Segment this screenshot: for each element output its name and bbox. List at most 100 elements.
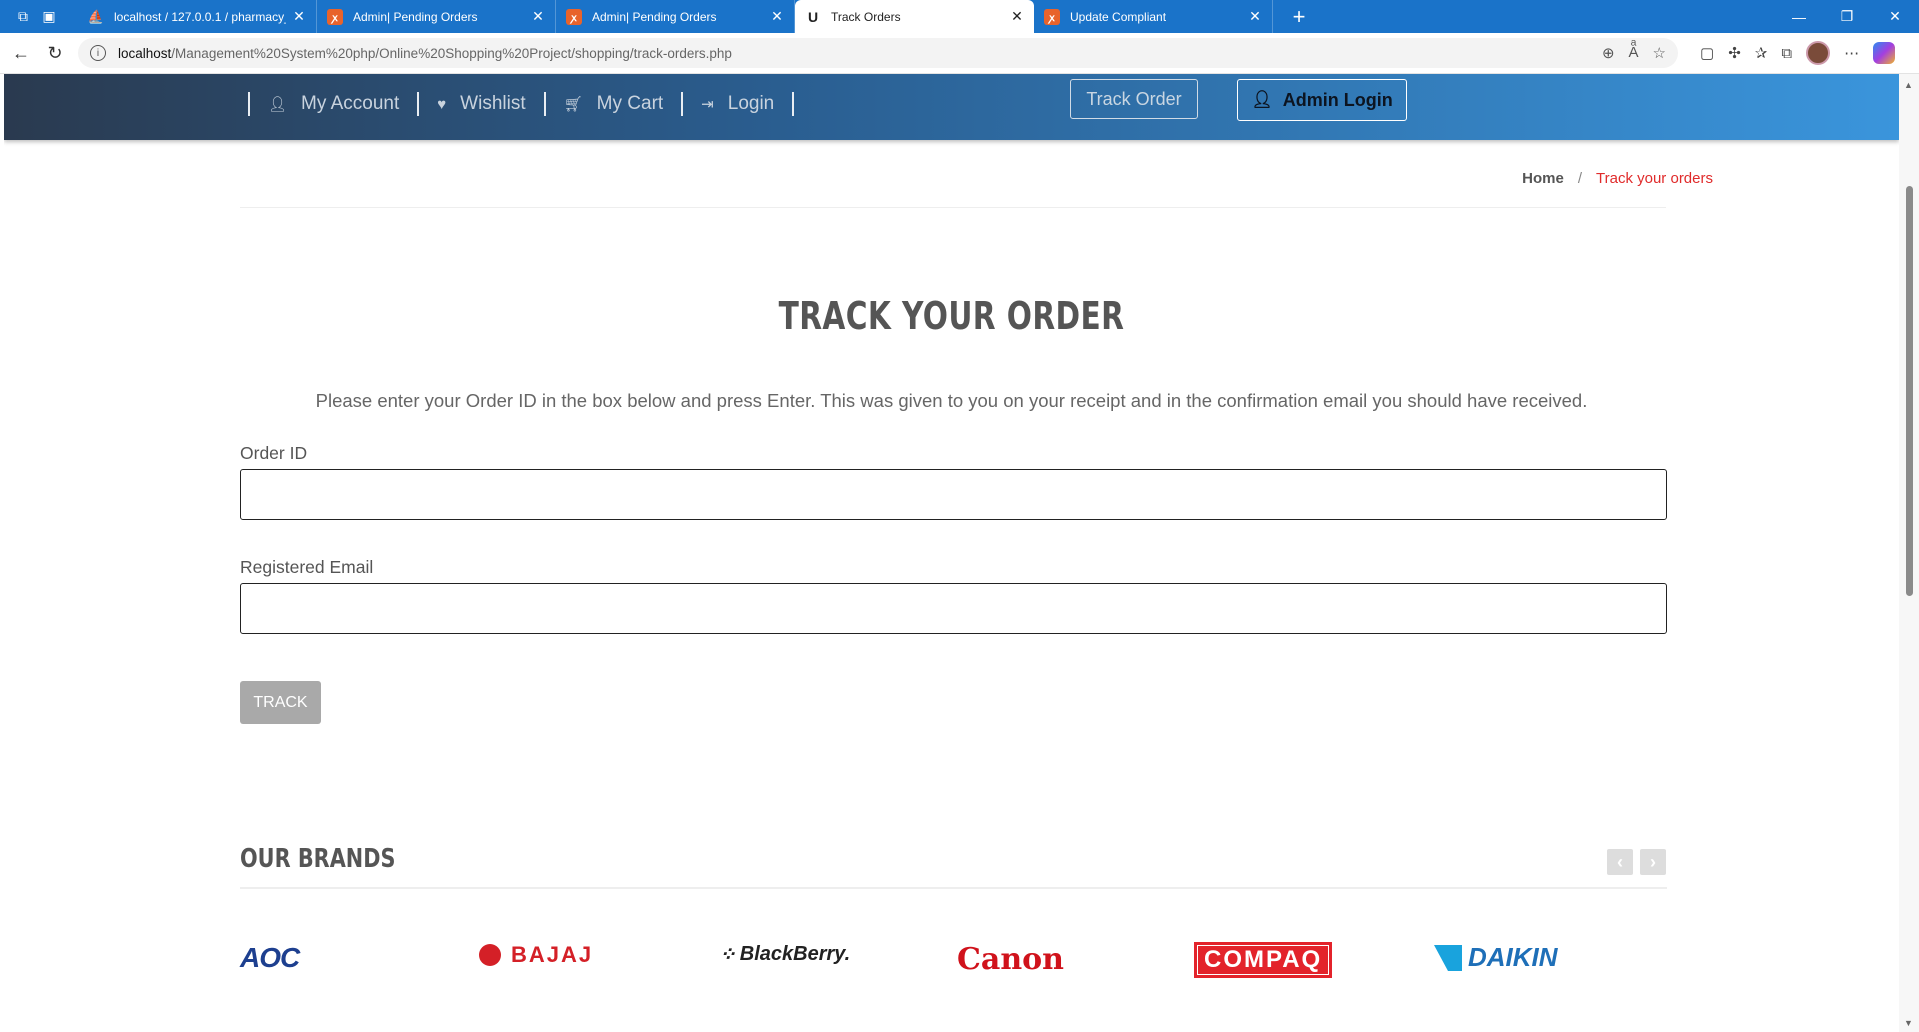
xampp-icon: ꭗ (327, 8, 343, 25)
admin-login-button[interactable]: 👤︎ Admin Login (1237, 79, 1407, 121)
breadcrumb: Home / Track your orders (1522, 170, 1713, 187)
heart-icon: ♥ (437, 95, 447, 113)
collections-icon[interactable]: ⧉ (1781, 45, 1792, 62)
brand-logo-text: BAJAJ (511, 942, 594, 967)
zoom-icon[interactable]: ⊕ (1602, 44, 1615, 62)
breadcrumb-current: Track your orders (1596, 170, 1713, 187)
nav-login[interactable]: ⇥ Login (681, 92, 795, 116)
extensions-icon[interactable]: ✣ (1728, 44, 1741, 62)
browser-tab[interactable]: ⛵ localhost / 127.0.0.1 / pharmacy_ ✕ (78, 0, 317, 33)
tab-title: Admin| Pending Orders (353, 9, 478, 24)
close-icon[interactable]: ✕ (292, 8, 306, 25)
back-icon[interactable]: ← (4, 36, 38, 70)
nav-label: My Cart (596, 93, 664, 114)
daikin-mark-icon (1434, 944, 1462, 971)
carousel-prev-icon[interactable]: ‹ (1607, 849, 1633, 875)
tab-title: Update Compliant (1070, 9, 1167, 24)
breadcrumb-separator: / (1577, 170, 1583, 187)
url-path: /Management%20System%20php/Online%20Shop… (171, 45, 732, 61)
nav-my-account[interactable]: 👤︎ My Account (248, 92, 417, 116)
brand-logo-text: DAIKIN (1468, 942, 1558, 972)
nav-my-cart[interactable]: 🛒︎ My Cart (543, 92, 682, 116)
page-title: TRACK YOUR ORDER (778, 294, 1125, 338)
nav-label: Wishlist (460, 93, 526, 114)
new-tab-button[interactable]: + (1287, 4, 1311, 30)
workspaces-icon[interactable]: ⧉ (10, 0, 36, 33)
window-controls: — ❐ ✕ (1775, 0, 1919, 33)
url-actions: ⊕ Aͣ ☆ (1602, 44, 1666, 62)
brand-logo-compaq[interactable]: COMPAQ (1194, 942, 1333, 978)
user-cog-icon: 👤︎ (1251, 90, 1273, 109)
site-header: 👤︎ My Account ♥ Wishlist 🛒︎ My Cart ⇥ Lo… (4, 74, 1899, 140)
restore-icon[interactable]: ❐ (1823, 0, 1871, 33)
browser-tab-strip: ⧉ ▣ ⛵ localhost / 127.0.0.1 / pharmacy_ … (0, 0, 1919, 33)
read-aloud-icon[interactable]: Aͣ (1629, 44, 1639, 62)
order-id-input[interactable] (240, 469, 1667, 520)
scroll-up-icon[interactable]: ▲ (1904, 80, 1913, 90)
brand-logo-blackberry[interactable]: ⁘ BlackBerry. (719, 942, 850, 967)
browser-toolbar: ▢ ✣ ✰ ⧉ ⋯ (1700, 41, 1896, 65)
site-info-icon[interactable]: i (90, 45, 106, 61)
copilot-icon[interactable] (1873, 42, 1896, 64)
close-icon[interactable]: ✕ (1248, 8, 1262, 25)
xampp-icon: ꭗ (1044, 8, 1060, 25)
address-bar-row: ← ↻ i localhost/Management%20System%20ph… (0, 33, 1919, 74)
brand-logo-text: Canon (957, 942, 1064, 977)
intro-text: Please enter your Order ID in the box be… (315, 390, 1588, 411)
minimize-icon[interactable]: — (1775, 0, 1823, 33)
close-icon[interactable]: ✕ (531, 8, 545, 25)
carousel-next-icon[interactable]: › (1640, 849, 1666, 875)
cart-icon: 🛒︎ (563, 96, 583, 113)
top-nav-links: 👤︎ My Account ♥ Wishlist 🛒︎ My Cart ⇥ Lo… (248, 92, 795, 116)
brand-logo-bajaj[interactable]: BAJAJ (479, 942, 593, 968)
brand-logo-daikin[interactable]: DAIKIN (1434, 942, 1558, 973)
brand-logo-text: COMPAQ (1194, 942, 1333, 978)
page-scrollbar[interactable]: ▲ ▼ (1899, 74, 1919, 1032)
breadcrumb-divider (240, 207, 1666, 208)
admin-login-label: Admin Login (1282, 89, 1393, 110)
close-window-icon[interactable]: ✕ (1871, 0, 1919, 33)
tab-title: Admin| Pending Orders (592, 9, 717, 24)
close-icon[interactable]: ✕ (770, 8, 784, 25)
more-options-icon[interactable]: ⋯ (1844, 44, 1859, 62)
scrollbar-thumb[interactable] (1906, 186, 1913, 596)
track-order-button[interactable]: Track Order (1070, 79, 1198, 119)
url-field[interactable]: i localhost/Management%20System%20php/On… (78, 38, 1678, 68)
breadcrumb-home[interactable]: Home (1522, 170, 1564, 187)
tab-title: localhost / 127.0.0.1 / pharmacy_ (114, 9, 286, 24)
scroll-down-icon[interactable]: ▼ (1904, 1018, 1913, 1028)
brands-divider (240, 887, 1667, 889)
blackberry-mark-icon: ⁘ (719, 944, 736, 966)
order-id-label: Order ID (240, 443, 308, 463)
track-submit-button[interactable]: TRACK (240, 681, 321, 724)
nav-label: Login (727, 93, 775, 114)
browser-tab-active[interactable]: U Track Orders ✕ (795, 0, 1034, 33)
email-input[interactable] (240, 583, 1667, 634)
tab-title: Track Orders (831, 9, 901, 24)
nav-label: My Account (301, 93, 400, 114)
close-icon[interactable]: ✕ (1010, 8, 1024, 25)
url-host: localhost (118, 45, 172, 61)
brand-logo-text: AOC (240, 942, 300, 973)
split-screen-icon[interactable]: ▢ (1700, 44, 1714, 62)
favorites-icon[interactable]: ✰ (1755, 44, 1768, 62)
u-icon: U (807, 8, 819, 25)
email-label: Registered Email (240, 557, 374, 577)
phpmyadmin-icon: ⛵ (87, 8, 105, 24)
user-icon: 👤︎ (268, 96, 288, 113)
favorite-star-icon[interactable]: ☆ (1653, 44, 1666, 62)
page-viewport: 👤︎ My Account ♥ Wishlist 🛒︎ My Cart ⇥ Lo… (4, 74, 1899, 1032)
nav-wishlist[interactable]: ♥ Wishlist (417, 92, 543, 116)
browser-tab[interactable]: ꭗ Admin| Pending Orders ✕ (556, 0, 795, 33)
brands-title: OUR BRANDS (240, 844, 396, 874)
xampp-icon: ꭗ (566, 8, 582, 25)
profile-avatar[interactable] (1806, 41, 1831, 65)
bajaj-mark-icon (479, 944, 501, 966)
brand-logo-canon[interactable]: Canon (957, 942, 1064, 977)
refresh-icon[interactable]: ↻ (38, 36, 72, 70)
brand-logo-aoc[interactable]: AOC (240, 942, 300, 974)
tab-actions-icon[interactable]: ▣ (36, 0, 62, 33)
brand-logo-text: BlackBerry. (739, 943, 851, 965)
browser-tab[interactable]: ꭗ Update Compliant ✕ (1034, 0, 1273, 33)
browser-tab[interactable]: ꭗ Admin| Pending Orders ✕ (317, 0, 556, 33)
